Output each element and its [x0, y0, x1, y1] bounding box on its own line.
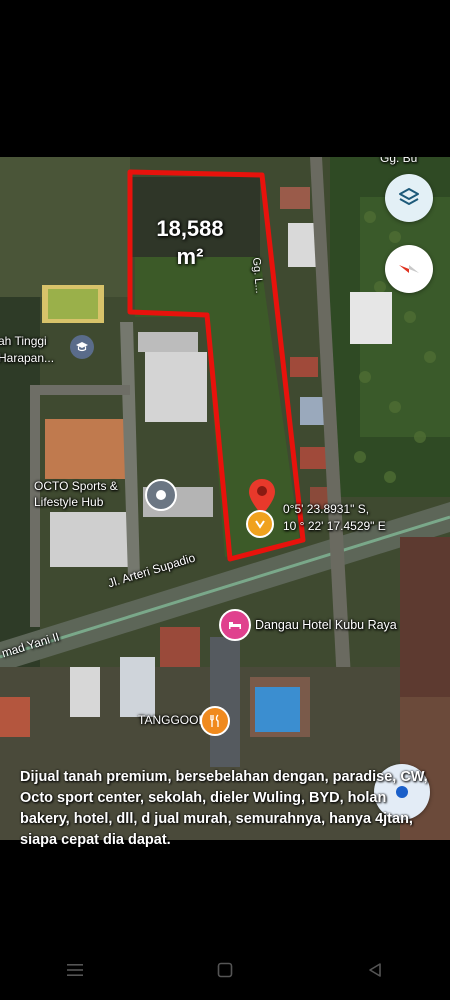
triangle-back-icon — [369, 963, 381, 977]
satellite-map[interactable]: 18,588 m² Gg. Bu Gg. L... ah Tinggi Hara… — [0, 157, 450, 840]
compass-button[interactable] — [385, 245, 433, 293]
compass-icon — [399, 265, 419, 273]
area-value: 18,588 — [156, 216, 224, 241]
square-icon — [217, 962, 233, 978]
tanggooe-label[interactable]: TANGGOOE — [138, 713, 206, 727]
pin-marker-icon[interactable] — [246, 510, 274, 538]
listing-caption: Dijual tanah premium, bersebelahan denga… — [20, 769, 428, 848]
home-button[interactable] — [195, 950, 255, 990]
area-unit: m² — [176, 244, 204, 269]
layers-button[interactable] — [385, 174, 433, 222]
restaurant-icon[interactable] — [200, 706, 230, 736]
coordinate-latitude: 0°5' 23.8931" S, — [283, 502, 370, 516]
hotel-label[interactable]: Dangau Hotel Kubu Raya — [255, 618, 397, 632]
area-measurement: 18,588 m² — [140, 215, 240, 271]
school-label[interactable]: ah Tinggi Harapan... — [0, 333, 54, 367]
octo-poi-icon[interactable] — [145, 479, 177, 511]
octo-label[interactable]: OCTO Sports & Lifestyle Hub — [34, 478, 118, 510]
hotel-icon[interactable] — [219, 609, 251, 641]
system-navbar — [0, 940, 450, 1000]
recent-apps-button[interactable] — [45, 950, 105, 990]
coordinate-longitude: 10 ° 22' 17.4529" E — [283, 519, 386, 533]
school-icon[interactable] — [70, 335, 94, 359]
street-label-top: Gg. Bu — [380, 157, 418, 165]
layers-icon — [399, 188, 419, 205]
menu-icon — [67, 964, 83, 976]
back-button[interactable] — [345, 950, 405, 990]
